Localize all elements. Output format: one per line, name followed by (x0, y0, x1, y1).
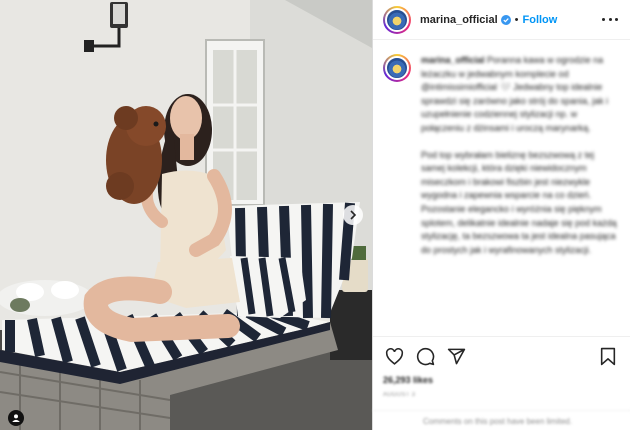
likes-count[interactable]: 26,293 likes (383, 375, 619, 385)
caption-text: marina_official Poranna kawa w ogrodzie … (421, 54, 617, 270)
save-button[interactable] (597, 345, 619, 367)
caption: marina_official Poranna kawa w ogrodzie … (383, 54, 618, 270)
comment-button[interactable] (414, 345, 436, 367)
caption-username[interactable]: marina_official (421, 55, 485, 65)
caption-paragraph-1: Poranna kawa w ogrodzie na leżaczku w je… (421, 55, 609, 133)
photo-illustration (0, 0, 372, 430)
instagram-post: marina_official • Follow marina_official… (0, 0, 630, 430)
separator-dot: • (514, 13, 519, 26)
bookmark-icon (600, 347, 616, 365)
next-arrow-icon (350, 210, 357, 220)
heart-icon (385, 347, 403, 365)
post-side-panel: marina_official • Follow marina_official… (372, 0, 630, 430)
action-icons (383, 345, 619, 367)
post-date[interactable]: August 3 (383, 392, 619, 398)
post-photo[interactable] (0, 0, 372, 430)
caption-paragraph-2: Pod top wybrałam bieliznę bezszwową z te… (421, 149, 617, 255)
user-tag-button[interactable] (8, 410, 24, 426)
like-button[interactable] (383, 345, 405, 367)
post-actions: 26,293 likes August 3 (373, 336, 630, 398)
username-link[interactable]: marina_official (420, 14, 498, 26)
share-icon (447, 348, 465, 364)
avatar[interactable] (383, 5, 411, 34)
follow-button[interactable]: Follow (523, 14, 558, 26)
comment-icon (416, 347, 434, 365)
post-header: marina_official • Follow (373, 0, 630, 40)
next-slide-button[interactable] (343, 205, 363, 225)
comments-area[interactable]: marina_official Poranna kawa w ogrodzie … (373, 40, 630, 335)
user-tag-icon (12, 414, 20, 422)
share-button[interactable] (445, 345, 467, 367)
verified-badge-icon (500, 14, 511, 25)
caption-avatar[interactable] (383, 54, 411, 82)
more-options-icon[interactable] (602, 15, 618, 25)
comment-input-area: Comments on this post have been limited. (373, 410, 630, 430)
